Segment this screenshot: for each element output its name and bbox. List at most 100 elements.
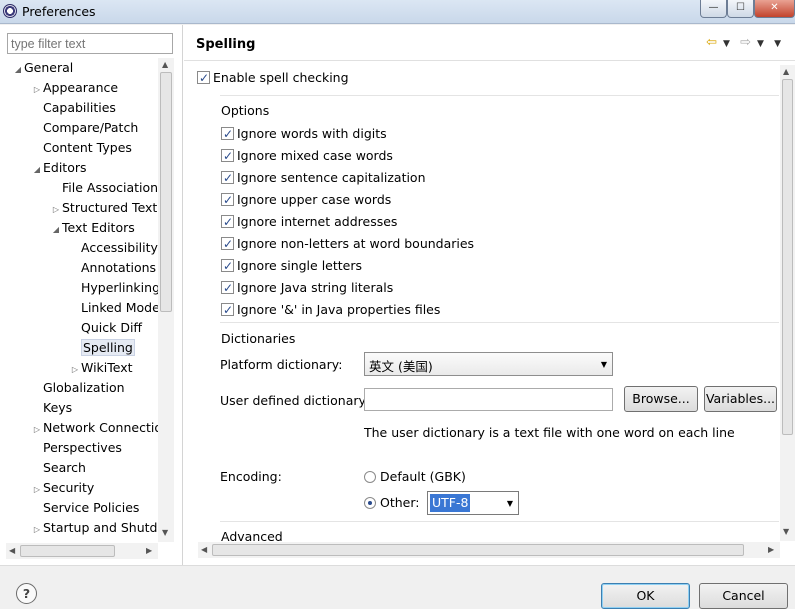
tree-item[interactable]: ▷ Appearance <box>31 78 118 98</box>
encoding-select[interactable]: UTF-8 ▼ <box>427 491 519 515</box>
collapsed-arrow-icon[interactable]: ▷ <box>69 360 81 380</box>
cancel-button[interactable]: Cancel <box>699 583 788 609</box>
option-checkbox[interactable]: Ignore Java string literals <box>221 279 393 297</box>
tree-horizontal-scrollbar[interactable]: ◀ ▶ <box>6 543 158 559</box>
tree-item[interactable]: ▷ Security <box>31 478 94 498</box>
user-dictionary-label: User defined dictionary: <box>220 393 370 408</box>
option-label: Ignore non-letters at word boundaries <box>237 236 475 251</box>
maximize-button[interactable]: ☐ <box>727 0 754 18</box>
tree-item[interactable]: Accessibility <box>69 238 158 258</box>
option-checkbox[interactable]: Ignore internet addresses <box>221 213 397 231</box>
radio-unselected-icon[interactable] <box>364 471 376 483</box>
checkbox-checked-icon[interactable] <box>221 301 234 319</box>
platform-dictionary-label: Platform dictionary: <box>220 357 343 372</box>
tree-item[interactable]: Capabilities <box>31 98 116 118</box>
scroll-left-icon[interactable]: ◀ <box>201 545 207 554</box>
collapsed-arrow-icon[interactable]: ▷ <box>50 200 62 220</box>
tree-item[interactable]: ▷Startup and Shutdown <box>31 518 158 538</box>
scroll-right-icon[interactable]: ▶ <box>146 546 152 555</box>
option-checkbox[interactable]: Ignore non-letters at word boundaries <box>221 235 474 253</box>
checkbox-checked-icon[interactable] <box>221 147 234 165</box>
tree-item[interactable]: ◢ General <box>12 58 73 78</box>
collapsed-arrow-icon[interactable]: ▷ <box>31 520 43 540</box>
scrollbar-thumb[interactable] <box>160 72 172 312</box>
expanded-arrow-icon[interactable]: ◢ <box>12 60 24 80</box>
collapsed-arrow-icon[interactable]: ▷ <box>31 80 43 100</box>
tree-item[interactable]: ▷ Structured Text <box>50 198 157 218</box>
tree-item[interactable]: File Associations <box>50 178 158 198</box>
back-menu-icon[interactable]: ▼ <box>723 39 730 49</box>
close-button[interactable]: ✕ <box>754 0 795 18</box>
back-arrow-icon[interactable]: ⇦ <box>706 35 717 50</box>
tree-item[interactable]: Linked Mode <box>69 298 158 318</box>
tree-item-label: Editors <box>43 160 87 175</box>
tree-item[interactable]: Search <box>31 458 86 478</box>
option-label: Ignore internet addresses <box>237 214 398 229</box>
checkbox-checked-icon[interactable] <box>221 169 234 187</box>
option-checkbox[interactable]: Ignore single letters <box>221 257 362 275</box>
scroll-up-icon[interactable]: ▲ <box>162 60 168 69</box>
tree-item-label: Hyperlinking <box>81 280 158 295</box>
tree-item[interactable]: ◢ Text Editors <box>50 218 135 238</box>
default-encoding-radio[interactable]: Default (GBK) <box>364 468 466 486</box>
scrollbar-thumb[interactable] <box>782 79 793 435</box>
page-vertical-scrollbar[interactable]: ▲ ▼ <box>780 65 795 541</box>
option-checkbox[interactable]: Ignore sentence capitalization <box>221 169 426 187</box>
option-checkbox[interactable]: Ignore upper case words <box>221 191 391 209</box>
minimize-button[interactable]: — <box>700 0 727 18</box>
other-encoding-radio[interactable]: Other: <box>364 494 419 512</box>
scroll-down-icon[interactable]: ▼ <box>162 528 168 537</box>
tree-item-label: Text Editors <box>62 220 135 235</box>
option-checkbox[interactable]: Ignore words with digits <box>221 125 387 143</box>
help-icon[interactable]: ? <box>16 583 37 604</box>
tree-item-label: Security <box>43 480 95 495</box>
page-horizontal-scrollbar[interactable]: ◀ ▶ <box>198 542 780 558</box>
checkbox-checked-icon[interactable] <box>221 257 234 275</box>
filter-input[interactable] <box>7 33 173 54</box>
option-checkbox[interactable]: Ignore mixed case words <box>221 147 393 165</box>
tree-item[interactable]: ▷ WikiText <box>69 358 133 378</box>
scroll-right-icon[interactable]: ▶ <box>768 545 774 554</box>
checkbox-checked-icon[interactable] <box>221 279 234 297</box>
browse-button[interactable]: Browse... <box>624 386 698 412</box>
checkbox-checked-icon[interactable] <box>197 69 210 87</box>
platform-dictionary-select[interactable]: 英文 (美国) ▼ <box>364 352 613 376</box>
checkbox-checked-icon[interactable] <box>221 191 234 209</box>
preference-tree: ◢ General ▷ Appearance Capabilities Compare/P… <box>6 58 158 542</box>
tree-item[interactable]: Perspectives <box>31 438 122 458</box>
tree-item[interactable]: Hyperlinking <box>69 278 158 298</box>
expanded-arrow-icon[interactable]: ◢ <box>50 220 62 240</box>
view-menu-icon[interactable]: ▼ <box>774 39 781 49</box>
scroll-down-icon[interactable]: ▼ <box>783 527 789 536</box>
enable-spell-checkbox[interactable]: Enable spell checking <box>197 69 349 87</box>
checkbox-checked-icon[interactable] <box>221 235 234 253</box>
scrollbar-thumb[interactable] <box>20 545 115 557</box>
tree-vertical-scrollbar[interactable]: ▲ ▼ <box>158 58 174 542</box>
collapsed-arrow-icon[interactable]: ▷ <box>31 420 43 440</box>
scrollbar-thumb[interactable] <box>212 544 744 556</box>
tree-item[interactable]: Compare/Patch <box>31 118 138 138</box>
tree-item[interactable]: Tracing <box>31 538 88 542</box>
checkbox-checked-icon[interactable] <box>221 125 234 143</box>
tree-item[interactable]: Content Types <box>31 138 132 158</box>
forward-menu-icon[interactable]: ▼ <box>757 39 764 49</box>
radio-selected-icon[interactable] <box>364 497 376 509</box>
tree-item[interactable]: Annotations <box>69 258 156 278</box>
tree-item[interactable]: ▷Network Connections <box>31 418 158 438</box>
scroll-up-icon[interactable]: ▲ <box>783 67 789 76</box>
collapsed-arrow-icon[interactable]: ▷ <box>31 480 43 500</box>
variables-button[interactable]: Variables... <box>704 386 777 412</box>
scroll-left-icon[interactable]: ◀ <box>9 546 15 555</box>
option-checkbox[interactable]: Ignore '&' in Java properties files <box>221 301 440 319</box>
tree-item[interactable]: Service Policies <box>31 498 139 518</box>
tree-item[interactable]: Spelling <box>69 338 135 358</box>
tree-item[interactable]: Keys <box>31 398 72 418</box>
tree-item[interactable]: ◢ Editors <box>31 158 87 178</box>
tree-item[interactable]: Quick Diff <box>69 318 142 338</box>
checkbox-checked-icon[interactable] <box>221 213 234 231</box>
forward-arrow-icon[interactable]: ⇨ <box>740 35 751 50</box>
user-dictionary-input[interactable] <box>364 388 613 411</box>
tree-item[interactable]: Globalization <box>31 378 125 398</box>
expanded-arrow-icon[interactable]: ◢ <box>31 160 43 180</box>
ok-button[interactable]: OK <box>601 583 690 609</box>
